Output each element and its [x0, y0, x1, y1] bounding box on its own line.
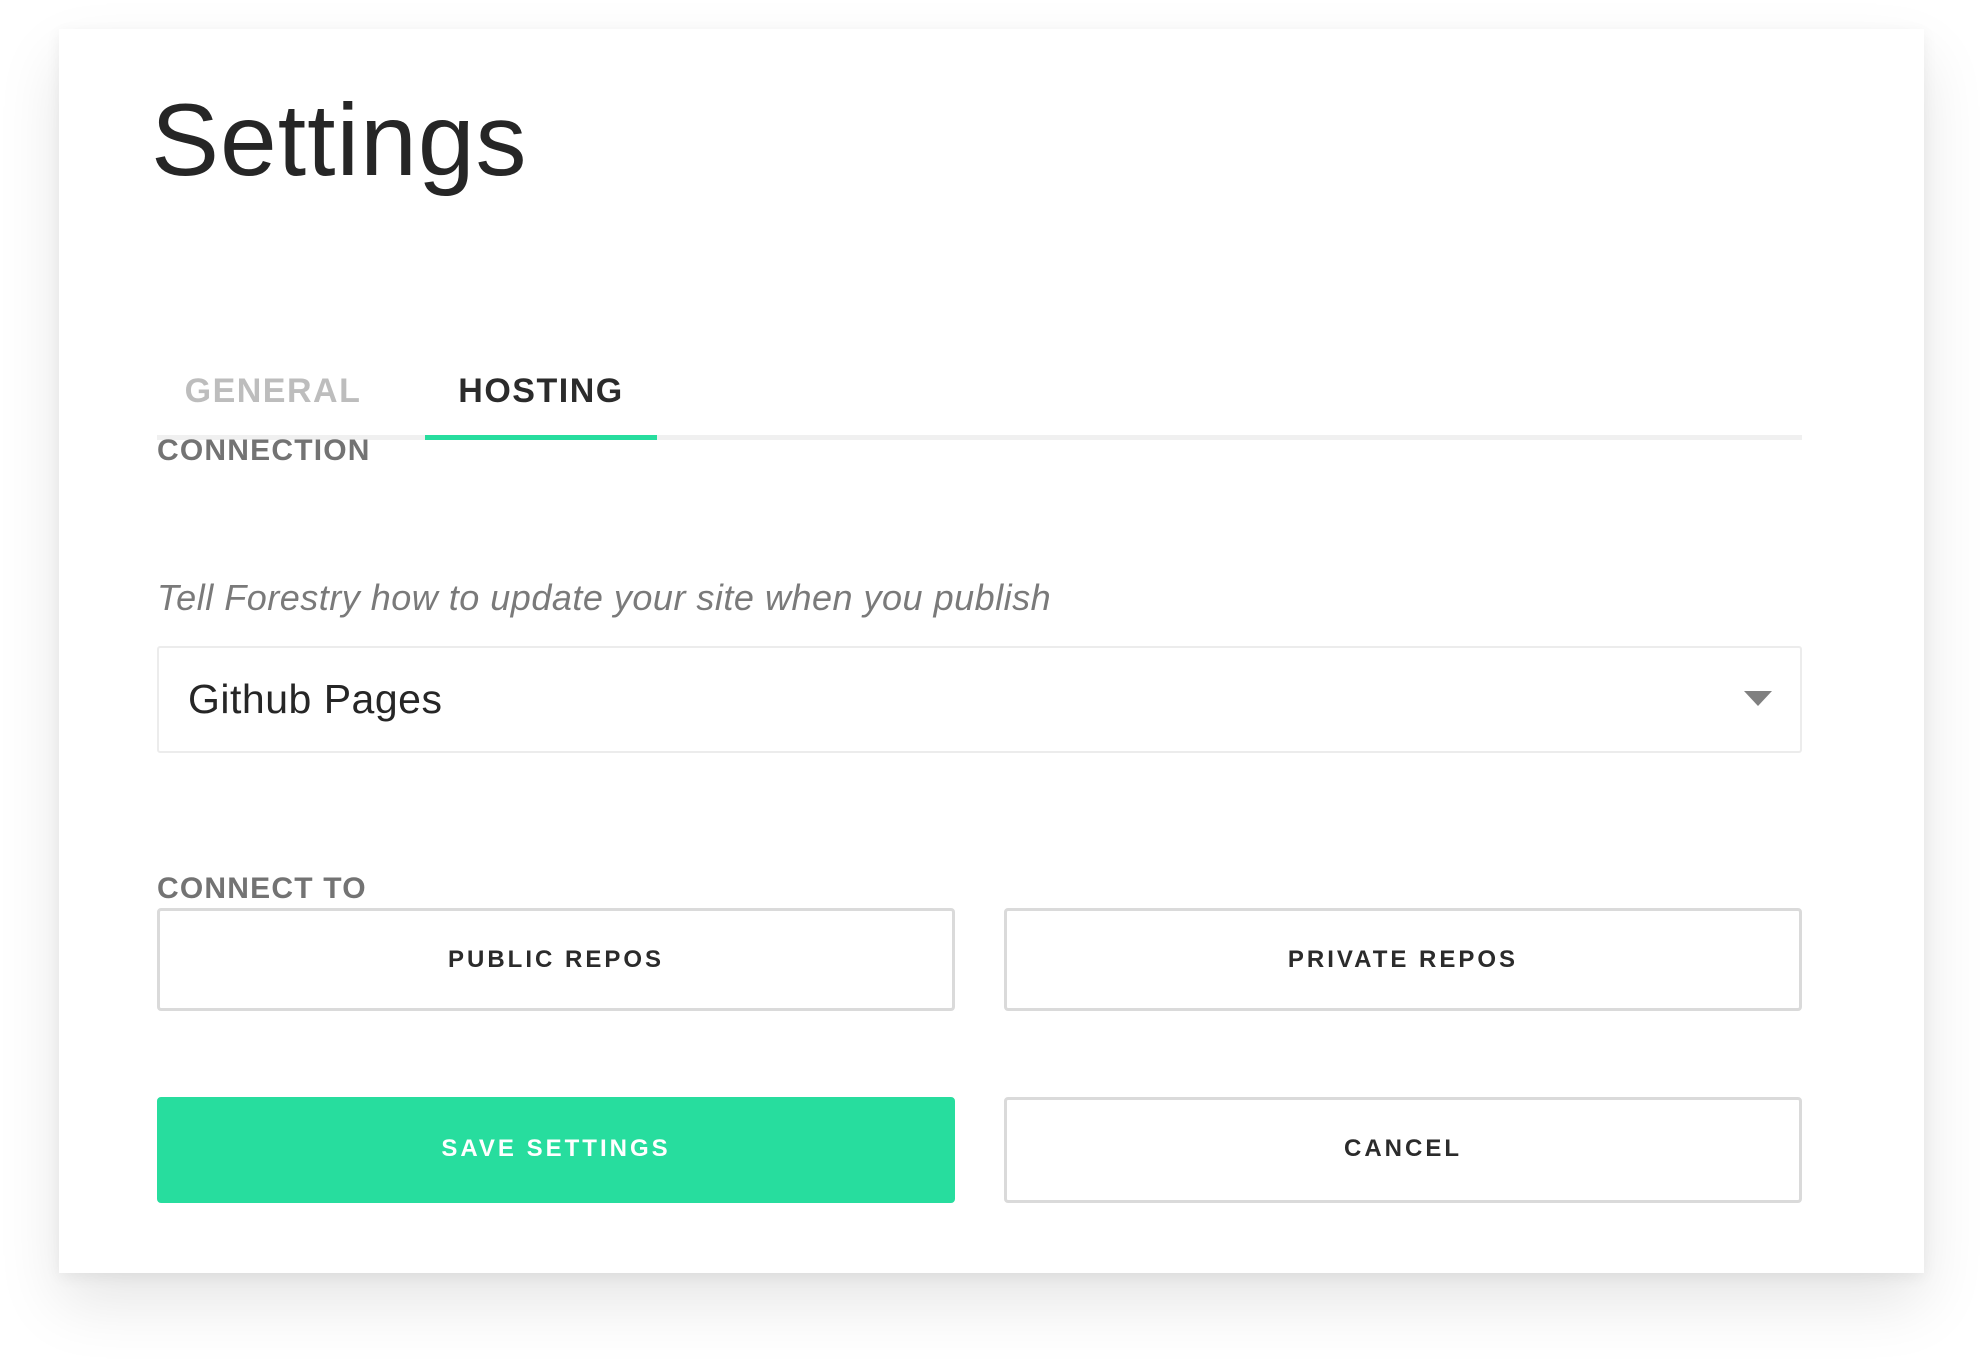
connect-to-label: CONNECT TO: [157, 872, 367, 905]
settings-card: Settings GENERAL HOSTING CONNECTION Tell…: [59, 29, 1924, 1273]
tab-hosting[interactable]: HOSTING: [425, 349, 657, 440]
connection-helper-text: Tell Forestry how to update your site wh…: [157, 577, 1052, 618]
connection-select[interactable]: Github Pages: [157, 646, 1802, 753]
public-repos-button[interactable]: PUBLIC REPOS: [157, 908, 955, 1011]
save-settings-button[interactable]: SAVE SETTINGS: [157, 1097, 955, 1203]
private-repos-button[interactable]: PRIVATE REPOS: [1004, 908, 1802, 1011]
chevron-down-icon: [1744, 691, 1772, 706]
tab-bar: GENERAL HOSTING: [157, 349, 1802, 440]
connection-select-value: Github Pages: [188, 676, 443, 722]
page-title: Settings: [151, 83, 528, 197]
cancel-button[interactable]: CANCEL: [1004, 1097, 1802, 1203]
tab-general[interactable]: GENERAL: [157, 349, 389, 435]
connection-label: CONNECTION: [157, 434, 371, 467]
